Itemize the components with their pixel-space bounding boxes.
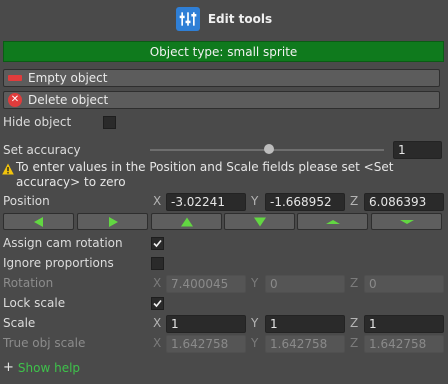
checkmark-icon <box>153 239 162 248</box>
arrow-right-icon <box>108 216 118 227</box>
show-help-toggle[interactable]: + Show help <box>3 360 80 375</box>
accuracy-slider-handle[interactable] <box>264 144 274 154</box>
scale-x-field[interactable]: 1 <box>166 315 246 333</box>
true-obj-scale-label: True obj scale <box>3 336 86 350</box>
warning-icon <box>2 163 14 175</box>
show-help-label: Show help <box>17 360 81 375</box>
empty-object-label: Empty object <box>28 71 108 85</box>
arrow-down-icon <box>253 217 266 226</box>
rotation-y-field[interactable]: 0 <box>265 275 345 293</box>
true-obj-scale-x-axis-label: X <box>153 336 162 350</box>
warning-message: To enter values in the Position and Scal… <box>16 160 394 189</box>
delete-object-button[interactable]: ✕ Delete object <box>3 91 440 109</box>
minus-icon <box>8 75 22 81</box>
position-z-axis-label: Z <box>350 194 359 208</box>
lock-scale-checkbox[interactable] <box>151 297 164 310</box>
rotation-x-field[interactable]: 7.400045 <box>166 275 246 293</box>
chevron-up-icon <box>325 219 340 224</box>
arrow-left-icon <box>33 216 43 227</box>
true-obj-scale-y-axis-label: Y <box>251 336 259 350</box>
true-obj-scale-z-axis-label: Z <box>350 336 359 350</box>
object-type-banner: Object type: small sprite <box>3 41 444 62</box>
plus-icon: + <box>3 360 14 375</box>
scale-y-axis-label: Y <box>251 316 259 330</box>
move-up-button[interactable] <box>151 213 222 230</box>
rotation-label: Rotation <box>3 276 54 290</box>
true-obj-scale-z-field[interactable]: 1.642758 <box>364 335 444 353</box>
position-x-axis-label: X <box>153 194 162 208</box>
sliders-icon <box>175 7 200 31</box>
arrow-up-icon <box>180 217 193 226</box>
accuracy-value-field[interactable]: 1 <box>393 141 442 159</box>
rotation-x-axis-label: X <box>153 276 162 290</box>
scale-y-field[interactable]: 1 <box>265 315 345 333</box>
position-z-field[interactable]: 6.086393 <box>364 193 444 211</box>
delete-object-label: Delete object <box>28 93 109 107</box>
close-icon: ✕ <box>8 93 22 107</box>
move-left-button[interactable] <box>3 213 74 230</box>
rotation-y-axis-label: Y <box>251 276 259 290</box>
assign-cam-rotation-label: Assign cam rotation <box>3 236 123 250</box>
checkmark-icon <box>153 299 162 308</box>
rotation-z-axis-label: Z <box>350 276 359 290</box>
true-obj-scale-x-field[interactable]: 1.642758 <box>166 335 246 353</box>
scale-label: Scale <box>3 316 36 330</box>
position-y-field[interactable]: -1.668952 <box>265 193 345 211</box>
set-accuracy-label: Set accuracy <box>3 143 81 157</box>
move-back-button[interactable] <box>371 213 442 230</box>
hide-object-checkbox[interactable] <box>103 116 116 129</box>
move-right-button[interactable] <box>77 213 148 230</box>
ignore-proportions-label: Ignore proportions <box>3 256 114 270</box>
move-down-button[interactable] <box>224 213 295 230</box>
window-title: Edit tools <box>207 12 273 26</box>
position-y-axis-label: Y <box>251 194 259 208</box>
position-label: Position <box>3 194 50 208</box>
scale-z-field[interactable]: 1 <box>364 315 444 333</box>
hide-object-label: Hide object <box>3 115 72 129</box>
assign-cam-rotation-checkbox[interactable] <box>151 237 164 250</box>
move-forward-button[interactable] <box>297 213 368 230</box>
ignore-proportions-checkbox[interactable] <box>151 257 164 270</box>
scale-x-axis-label: X <box>153 316 162 330</box>
true-obj-scale-y-field[interactable]: 1.642758 <box>265 335 345 353</box>
scale-z-axis-label: Z <box>350 316 359 330</box>
empty-object-button[interactable]: Empty object <box>3 69 440 87</box>
rotation-z-field[interactable]: 0 <box>364 275 444 293</box>
lock-scale-label: Lock scale <box>3 296 66 310</box>
position-x-field[interactable]: -3.02241 <box>166 193 246 211</box>
chevron-down-icon <box>399 219 414 224</box>
window-title-bar: Edit tools <box>0 0 448 38</box>
